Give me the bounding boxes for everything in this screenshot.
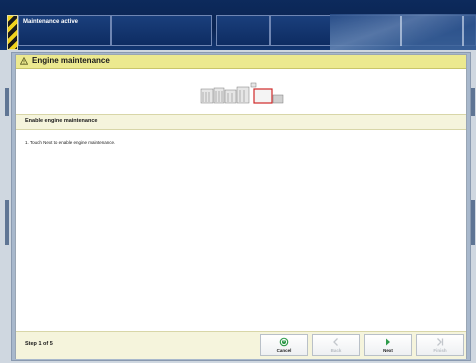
dialog-title: Engine maintenance [32,56,110,65]
step-progress-graphic [200,82,284,104]
next-button[interactable]: Next [364,334,412,356]
screen: Maintenance active Engine maintenance En… [0,0,476,363]
left-side-tab-lower [5,200,9,245]
maintenance-status-label: Maintenance active [23,19,79,25]
chevron-right-icon [386,338,390,346]
section-bar: Enable engine maintenance [16,114,466,130]
chevron-left-icon [333,338,338,346]
left-side-tab [5,88,9,116]
back-button-label: Back [330,348,342,353]
section-title: Enable engine maintenance [25,118,98,124]
top-status-bar: Maintenance active [0,0,476,50]
right-side-tab [471,88,475,116]
right-side-tab-lower [471,200,475,245]
cancel-button[interactable]: Cancel [260,334,308,356]
status-panel-2 [111,15,212,46]
finish-button[interactable]: Finish [416,334,464,356]
status-panel-3 [216,15,270,46]
finish-button-label: Finish [433,348,447,353]
back-button[interactable]: Back [312,334,360,356]
warning-icon [20,57,28,65]
cancel-button-label: Cancel [276,348,292,353]
hazard-stripe-icon [7,15,18,50]
dialog-header: Engine maintenance [16,55,466,69]
finish-icon [437,338,444,346]
next-button-label: Next [383,348,393,353]
vehicle-graphic-detail [400,16,464,46]
instruction-text: 1. Touch Next to enable engine maintenan… [25,140,116,145]
cancel-icon [279,337,289,347]
engine-maintenance-dialog: Engine maintenance Enable engine mainten… [15,54,467,359]
dialog-footer: Step 1 of 5 Cancel Back Next Finish [16,331,466,359]
maintenance-status-panel: Maintenance active [18,15,111,46]
step-indicator: Step 1 of 5 [25,341,53,347]
